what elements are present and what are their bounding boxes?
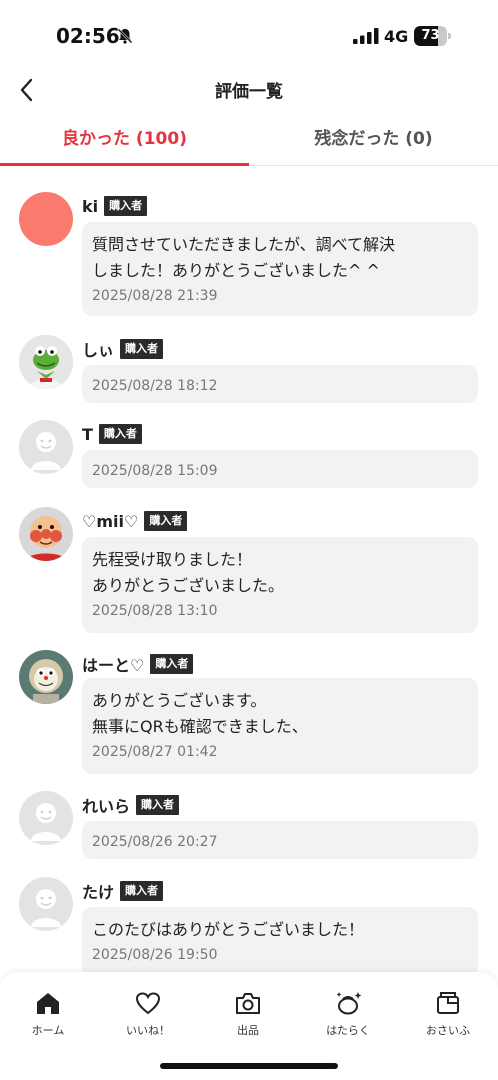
default-avatar-icon [19,791,73,845]
review-bubble: 2025/08/28 15:09 [82,450,478,488]
buyer-badge: 購入者 [150,654,194,674]
review-date: 2025/08/27 01:42 [92,744,218,760]
reviewer-header: れいら 購入者 [82,793,180,817]
review-bubble: 先程受け取りました！ ありがとうございました。 2025/08/28 13:10 [82,537,478,633]
reviewer-header: ki 購入者 [82,194,148,218]
battery-icon: 73 [414,26,451,46]
reviewer-header: ♡mii♡ 購入者 [82,509,188,533]
buyer-badge: 購入者 [120,881,164,901]
bell-muted-icon [117,28,133,44]
review-date: 2025/08/28 18:12 [92,378,218,394]
reviewer-header: はーと♡ 購入者 [82,652,194,676]
nav-likes-label: いいね！ [126,1024,170,1037]
review-bubble: 2025/08/26 20:27 [82,821,478,859]
home-indicator [160,1063,338,1069]
review-date: 2025/08/26 20:27 [92,834,218,850]
avatar[interactable] [19,335,73,389]
nav-sell-label: 出品 [237,1024,259,1037]
reviewer-header: T 購入者 [82,422,142,446]
review-comment: 質問させていただきましたが、調べて解決 しました！ありがとうございました^ ^ [92,235,396,280]
status-time: 02:56 [56,24,120,48]
reviewer-name[interactable]: T [82,425,93,444]
tab-bad[interactable]: 残念だった (0) [249,114,498,166]
sparkle-bag-icon [336,992,362,1015]
reviewer-name[interactable]: ki [82,197,98,216]
nav-home[interactable]: ホーム [8,990,88,1038]
nav-header: 評価一覧 [0,66,498,114]
review-bubble: 2025/08/28 18:12 [82,365,478,403]
buyer-badge: 購入者 [136,795,180,815]
buyer-badge: 購入者 [104,196,148,216]
heart-icon [135,992,161,1015]
status-bar: 02:56 4G 73 [0,0,498,66]
avatar[interactable] [19,192,73,246]
review-date: 2025/08/28 21:39 [92,288,218,304]
reviewer-name[interactable]: ♡mii♡ [82,512,138,531]
avatar[interactable] [19,650,73,704]
nav-sell[interactable]: 出品 [208,990,288,1038]
buyer-badge: 購入者 [120,339,164,359]
battery-level: 73 [421,28,440,43]
review-bubble: ありがとうございます。 無事にQRも確認できました、 2025/08/27 01… [82,678,478,774]
reviewer-header: たけ 購入者 [82,879,164,903]
buyer-badge: 購入者 [144,511,188,531]
tab-active-indicator [0,163,249,166]
review-comment: 先程受け取りました！ ありがとうございました。 [92,550,285,595]
avatar[interactable] [19,791,73,845]
reviewer-header: しぃ 購入者 [82,337,164,361]
review-date: 2025/08/26 19:50 [92,947,218,963]
tab-bar: 良かった (100) 残念だった (0) [0,114,498,166]
page-title: 評価一覧 [215,82,283,102]
wallet-icon [437,992,459,1014]
nav-wallet-label: おさいふ [426,1024,470,1037]
avatar[interactable] [19,420,73,474]
default-avatar-icon [19,420,73,474]
nav-home-label: ホーム [31,1024,65,1037]
home-icon [37,993,59,1014]
review-date: 2025/08/28 13:10 [92,603,218,619]
reviewer-name[interactable]: れいら [82,793,130,817]
reviewer-name[interactable]: しぃ [82,337,114,361]
buyer-badge: 購入者 [98,424,142,444]
signal-icon [353,28,379,44]
reviewer-name[interactable]: たけ [82,879,114,903]
nav-likes[interactable]: いいね！ [108,990,188,1038]
avatar[interactable] [19,507,73,561]
nav-work-label: はたらく [326,1024,370,1037]
nav-wallet[interactable]: おさいふ [408,990,488,1038]
frog-avatar-icon [19,335,73,389]
character-avatar-icon [19,507,73,561]
avatar[interactable] [19,877,73,931]
review-comment: ありがとうございます。 無事にQRも確認できました、 [92,691,308,736]
nav-work[interactable]: はたらく [308,990,388,1038]
tab-good[interactable]: 良かった (100) [0,114,249,166]
review-bubble: 質問させていただきましたが、調べて解決 しました！ありがとうございました^ ^ … [82,222,478,316]
camera-icon [236,993,260,1014]
review-date: 2025/08/28 15:09 [92,463,218,479]
review-bubble: このたびはありがとうございました！ 2025/08/26 19:50 [82,907,478,977]
network-label: 4G [384,27,409,46]
reviewer-name[interactable]: はーと♡ [82,652,144,676]
default-avatar-icon [19,877,73,931]
cat-avatar-icon [19,650,73,704]
review-comment: このたびはありがとうございました！ [92,920,365,939]
